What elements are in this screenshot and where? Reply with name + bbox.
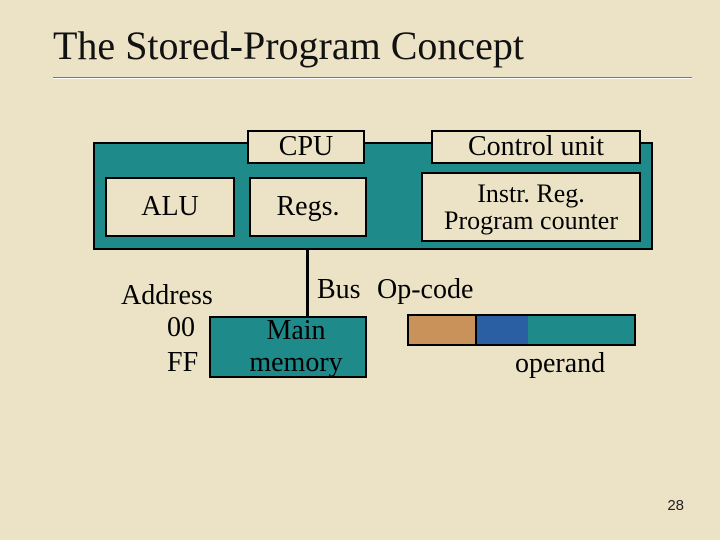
cpu-header-label: CPU: [279, 132, 333, 161]
addr-start-label: 00: [167, 312, 195, 344]
program-counter-label: Program counter: [444, 207, 618, 234]
alu-label: ALU: [141, 192, 199, 221]
instruction-row: [407, 314, 636, 346]
addr-end-label: FF: [167, 347, 198, 379]
alu-box: ALU: [105, 177, 235, 237]
control-unit-label: Control unit: [468, 132, 604, 161]
opcode-cell: [407, 314, 477, 346]
memory-label-line1: Main: [231, 315, 361, 347]
memory-label-line2: memory: [231, 347, 361, 379]
instr-reg-label: Instr. Reg.: [477, 180, 585, 207]
title-rule: [53, 77, 692, 79]
control-regs-box: Instr. Reg. Program counter: [421, 172, 641, 242]
operand-cell-1: [475, 314, 530, 346]
bus-label: Bus: [317, 274, 361, 306]
page-number: 28: [667, 497, 684, 514]
operand-cell-3: [581, 314, 636, 346]
regs-label: Regs.: [277, 192, 340, 221]
operand-cell-2: [528, 314, 583, 346]
control-unit-box: Control unit: [431, 130, 641, 164]
slide-title: The Stored-Program Concept: [53, 22, 692, 75]
bus-line: [306, 250, 309, 318]
operand-label: operand: [515, 348, 605, 380]
regs-box: Regs.: [249, 177, 367, 237]
address-label: Address: [121, 280, 213, 312]
cpu-header-box: CPU: [247, 130, 365, 164]
opcode-label: Op-code: [377, 274, 473, 306]
memory-label: Main memory: [231, 315, 361, 379]
